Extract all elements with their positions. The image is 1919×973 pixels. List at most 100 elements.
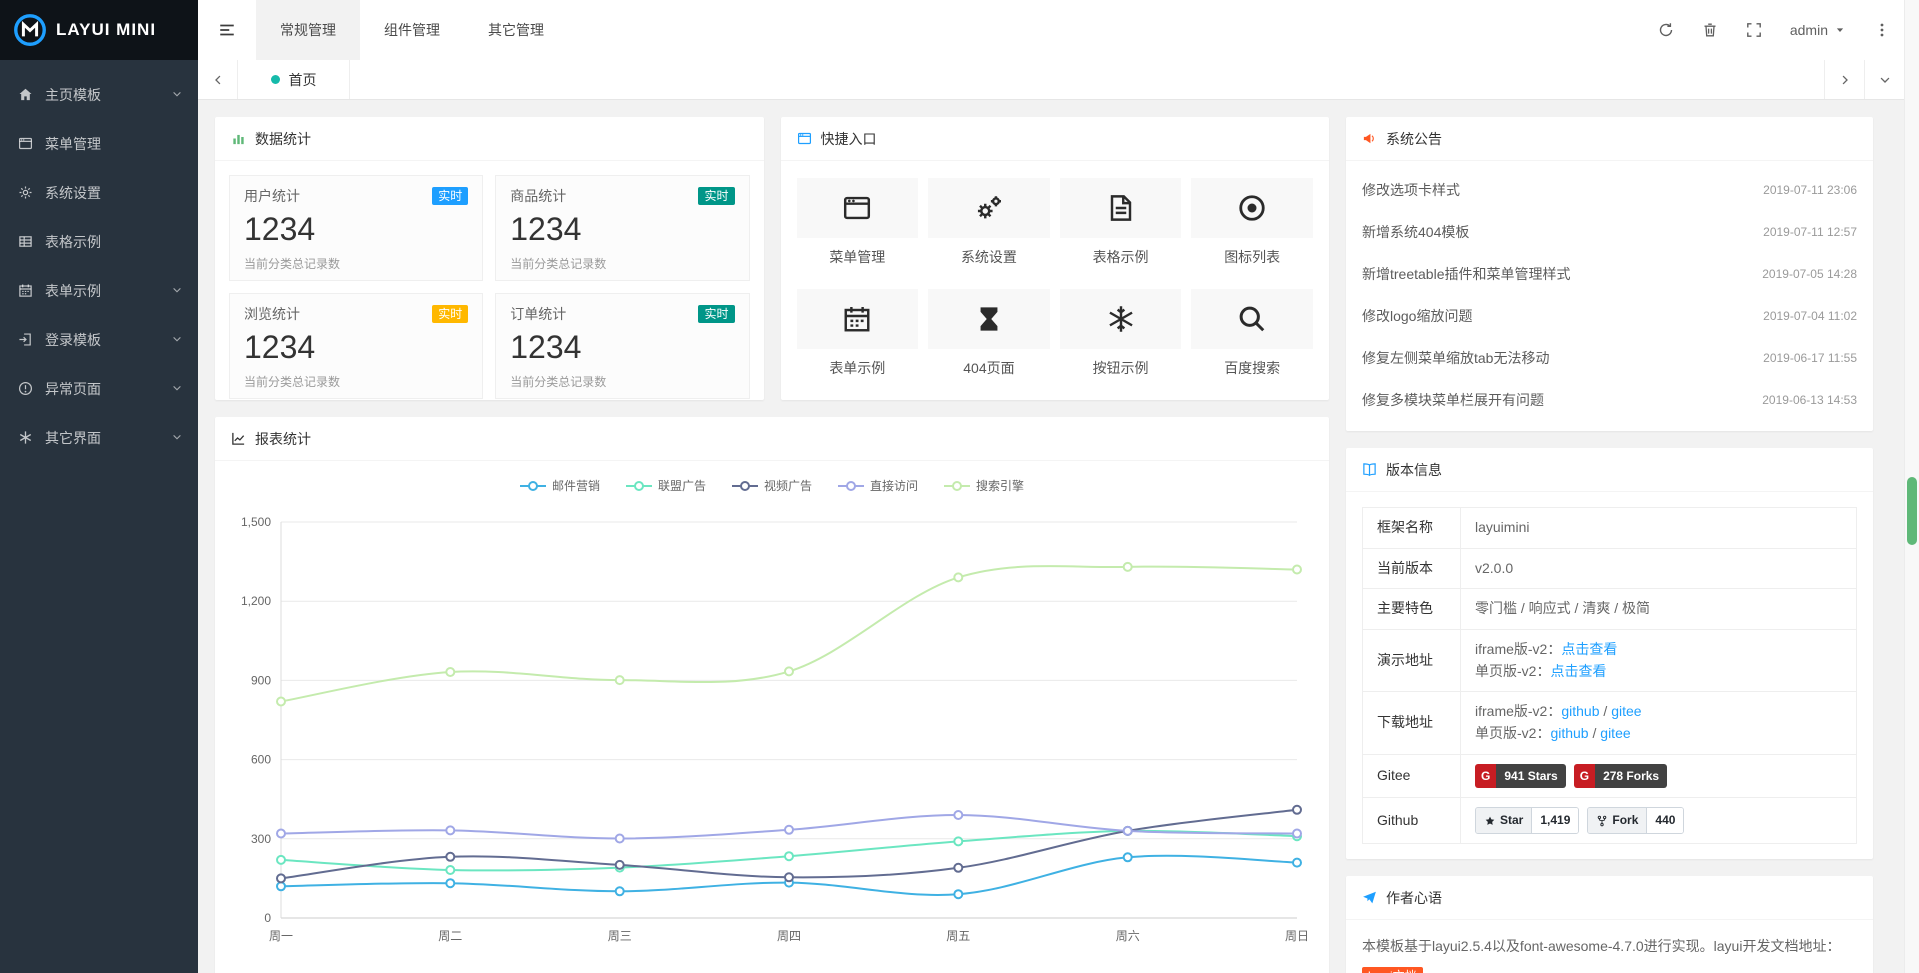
content: 数据统计 用户统计实时1234当前分类总记录数商品统计实时1234当前分类总记录… — [198, 100, 1904, 973]
gitee-badge[interactable]: G941 Stars — [1475, 764, 1566, 789]
topbar: 常规管理组件管理其它管理 admin — [198, 0, 1904, 60]
fullscreen-button[interactable] — [1732, 0, 1776, 60]
calendar-icon — [797, 289, 919, 349]
quick-entry[interactable]: 系统设置 — [928, 178, 1050, 267]
quick-entry[interactable]: 表格示例 — [1060, 178, 1182, 267]
version-link[interactable]: gitee — [1611, 703, 1641, 719]
legend-item[interactable]: 视频广告 — [732, 477, 812, 494]
version-link[interactable]: gitee — [1600, 725, 1630, 741]
version-line-prefix: 单页版-v2： — [1475, 663, 1550, 679]
github-badge[interactable]: Star1,419 — [1475, 807, 1579, 834]
stat-desc: 当前分类总记录数 — [510, 255, 734, 272]
page-scrollbar[interactable] — [1904, 0, 1919, 973]
gitee-badge[interactable]: G278 Forks — [1574, 764, 1667, 789]
tab-home-label: 首页 — [289, 70, 317, 90]
announcement-list: 修改选项卡样式2019-07-11 23:06新增系统404模板2019-07-… — [1346, 161, 1873, 431]
announcement-date: 2019-07-04 11:02 — [1763, 309, 1857, 323]
sidebar-item[interactable]: 登录模板 — [0, 315, 198, 364]
github-badge[interactable]: Fork440 — [1587, 807, 1684, 834]
sidebar-item[interactable]: 表格示例 — [0, 217, 198, 266]
legend-marker-icon — [944, 480, 970, 492]
collapse-sidebar-button[interactable] — [198, 0, 256, 60]
version-row: GithubStar1,419Fork440 — [1363, 798, 1857, 844]
sidebar-item[interactable]: 系统设置 — [0, 168, 198, 217]
sidebar-item-label: 异常页面 — [45, 379, 101, 399]
fork-icon — [1596, 815, 1608, 827]
book-icon — [1362, 462, 1377, 477]
stat-value: 1234 — [244, 329, 468, 366]
legend-label: 邮件营销 — [552, 477, 600, 494]
logo-icon — [13, 13, 47, 47]
bullhorn-icon — [1362, 131, 1377, 146]
user-dropdown[interactable]: admin — [1776, 22, 1860, 38]
announcement-row: 修改选项卡样式2019-07-11 23:06 — [1362, 169, 1857, 211]
svg-text:600: 600 — [251, 753, 271, 767]
version-label: Gitee — [1363, 754, 1461, 798]
announcement-text: 修复左侧菜单缩放tab无法移动 — [1362, 348, 1549, 368]
stats-card: 数据统计 用户统计实时1234当前分类总记录数商品统计实时1234当前分类总记录… — [215, 117, 764, 400]
main-area: 常规管理组件管理其它管理 admin — [198, 0, 1904, 973]
quick-entry[interactable]: 菜单管理 — [797, 178, 919, 267]
legend-item[interactable]: 直接访问 — [838, 477, 918, 494]
sidebar-item[interactable]: 表单示例 — [0, 266, 198, 315]
version-row: 框架名称 layuimini — [1363, 508, 1857, 549]
version-value: layuimini — [1475, 519, 1529, 535]
stat-value: 1234 — [510, 329, 734, 366]
table-icon — [18, 234, 45, 249]
logo[interactable]: LAYUI MINI — [0, 0, 198, 60]
legend-item[interactable]: 邮件营销 — [520, 477, 600, 494]
login-icon — [18, 332, 45, 347]
tab-options-button[interactable] — [1864, 60, 1904, 99]
sidebar-item[interactable]: 主页模板 — [0, 70, 198, 119]
version-row: 下载地址iframe版-v2：github / gitee单页版-v2：gith… — [1363, 692, 1857, 754]
quick-entry[interactable]: 按钮示例 — [1060, 289, 1182, 378]
tab-home[interactable]: 首页 — [238, 60, 350, 99]
quick-entry[interactable]: 图标列表 — [1191, 178, 1313, 267]
more-actions-button[interactable] — [1860, 0, 1904, 60]
sidebar: LAYUI MINI 主页模板菜单管理系统设置表格示例表单示例登录模板异常页面其… — [0, 0, 198, 973]
quick-entry[interactable]: 百度搜索 — [1191, 289, 1313, 378]
version-link[interactable]: github — [1561, 703, 1599, 719]
header-tab[interactable]: 组件管理 — [360, 0, 464, 60]
header-tabs: 常规管理组件管理其它管理 — [256, 0, 568, 60]
dots-vertical-icon — [1874, 22, 1890, 38]
quick-entry-label: 百度搜索 — [1191, 358, 1313, 378]
version-link[interactable]: 点击查看 — [1550, 663, 1606, 679]
stat-desc: 当前分类总记录数 — [244, 373, 468, 390]
clear-cache-button[interactable] — [1688, 0, 1732, 60]
version-label: 下载地址 — [1363, 692, 1461, 754]
header-tab[interactable]: 其它管理 — [464, 0, 568, 60]
legend-item[interactable]: 搜索引擎 — [944, 477, 1024, 494]
snowflake-icon — [1060, 289, 1182, 349]
version-link[interactable]: github — [1550, 725, 1588, 741]
svg-text:周一: 周一 — [269, 929, 293, 943]
file-icon — [1060, 178, 1182, 238]
svg-text:1,200: 1,200 — [241, 594, 271, 608]
sidebar-item[interactable]: 其它界面 — [0, 413, 198, 462]
sidebar-item[interactable]: 菜单管理 — [0, 119, 198, 168]
sidebar-item-label: 系统设置 — [45, 183, 101, 203]
tab-scroll-left-button[interactable] — [198, 60, 238, 99]
topbar-actions: admin — [1644, 0, 1904, 60]
version-link[interactable]: 点击查看 — [1561, 641, 1617, 657]
layui-doc-badge[interactable]: layui文档 — [1362, 967, 1423, 973]
legend-item[interactable]: 联盟广告 — [626, 477, 706, 494]
stat-label: 商品统计 — [510, 186, 566, 206]
sidebar-item[interactable]: 异常页面 — [0, 364, 198, 413]
announcement-row: 修复多模块菜单栏展开有问题2019-06-13 14:53 — [1362, 379, 1857, 421]
quick-entry[interactable]: 404页面 — [928, 289, 1050, 378]
announcement-text: 修改选项卡样式 — [1362, 180, 1460, 200]
refresh-button[interactable] — [1644, 0, 1688, 60]
header-tab[interactable]: 常规管理 — [256, 0, 360, 60]
tab-scroll-right-button[interactable] — [1824, 60, 1864, 99]
version-row: Gitee G941 Stars G278 Forks — [1363, 754, 1857, 798]
stat-box: 订单统计实时1234当前分类总记录数 — [495, 293, 749, 399]
scrollbar-thumb[interactable] — [1907, 477, 1917, 545]
window-icon — [18, 136, 45, 151]
version-label: 框架名称 — [1363, 508, 1461, 549]
home-icon — [18, 87, 45, 102]
quick-entry[interactable]: 表单示例 — [797, 289, 919, 378]
quick-entry-label: 系统设置 — [928, 247, 1050, 267]
chevron-left-icon — [211, 73, 225, 87]
sidebar-item-label: 主页模板 — [45, 85, 101, 105]
